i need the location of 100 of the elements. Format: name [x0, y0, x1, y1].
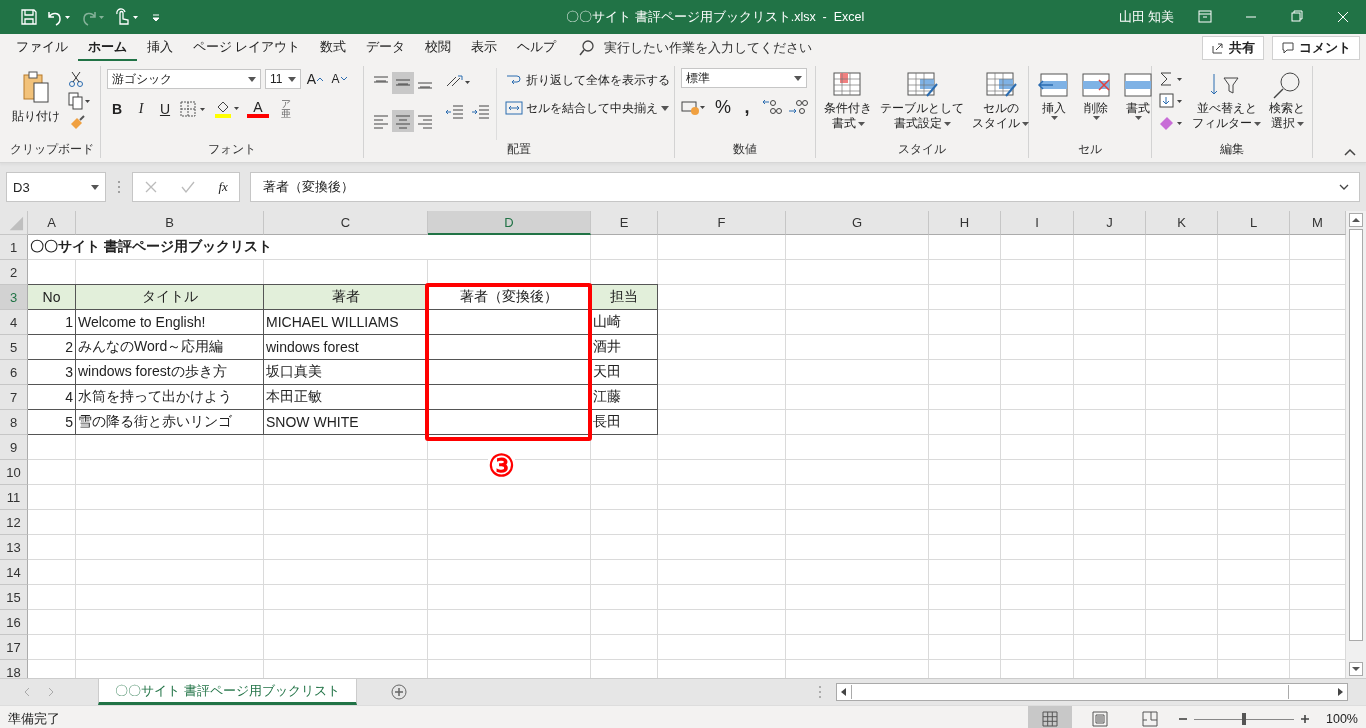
merge-center-button[interactable]: セルを結合して中央揃え [505, 100, 670, 116]
phonetic-button[interactable]: ア 亜 [281, 99, 291, 119]
ribbon-tab[interactable]: 数式 [310, 35, 357, 61]
percent-button[interactable]: % [713, 96, 733, 118]
table-cell: Welcome to English! [76, 310, 264, 335]
row-header[interactable]: 5 [0, 335, 28, 360]
horizontal-scrollbar[interactable] [836, 683, 1348, 701]
style-button[interactable]: 条件付き 書式 [822, 68, 874, 133]
paste-button[interactable]: 貼り付け [10, 68, 62, 140]
copy-icon[interactable] [68, 92, 92, 110]
row-header[interactable]: 7 [0, 385, 28, 410]
row-header[interactable]: 3 [0, 285, 28, 310]
row-header[interactable]: 12 [0, 510, 28, 535]
group-label: 数値 [732, 142, 758, 157]
user-name: 山田 知美 [1118, 8, 1174, 26]
ribbon-tab[interactable]: ページ レイアウト [183, 35, 311, 61]
row-header[interactable]: 6 [0, 360, 28, 385]
cancel-icon[interactable] [144, 180, 159, 194]
enter-icon[interactable] [180, 180, 197, 194]
increase-indent-icon[interactable] [470, 102, 492, 122]
font-size-field[interactable]: 11 [265, 69, 301, 89]
search-icon[interactable] [578, 39, 597, 57]
column-header[interactable]: K [1146, 211, 1218, 235]
row-header[interactable]: 13 [0, 535, 28, 560]
ribbon-tab[interactable]: 挿入 [137, 35, 183, 61]
scroll-up-icon[interactable] [1349, 213, 1363, 227]
column-header[interactable]: D [428, 211, 591, 235]
scissors-icon[interactable] [68, 70, 84, 88]
group-label: セル [1077, 142, 1103, 157]
row-header[interactable]: 8 [0, 410, 28, 435]
font-name-field[interactable]: 游ゴシック [107, 69, 261, 89]
comma-button[interactable]: , [737, 96, 757, 118]
scroll-thumb[interactable] [851, 685, 1289, 699]
splitter-icon[interactable] [818, 685, 822, 699]
column-header[interactable]: H [929, 211, 1001, 235]
column-header[interactable]: L [1218, 211, 1290, 235]
share-button[interactable]: 共有 [1202, 36, 1264, 60]
row-header[interactable]: 15 [0, 585, 28, 610]
ribbon-tab[interactable]: ファイル [6, 35, 78, 61]
row-header[interactable]: 9 [0, 435, 28, 460]
row-header[interactable]: 2 [0, 260, 28, 285]
font-style-button[interactable]: B [107, 98, 127, 120]
column-header[interactable]: F [658, 211, 786, 235]
column-header[interactable]: J [1074, 211, 1146, 235]
scroll-thumb[interactable] [1349, 229, 1363, 641]
tell-me-field[interactable]: 実行したい作業を入力してください [602, 40, 857, 56]
row-header[interactable]: 16 [0, 610, 28, 635]
shrink-font-button[interactable]: A [329, 68, 349, 90]
ribbon-tab[interactable]: 校閲 [415, 35, 462, 61]
collapse-ribbon-icon[interactable] [1344, 148, 1356, 156]
editing-button[interactable]: 検索と 選択 [1267, 68, 1307, 133]
sheet-tab[interactable]: 〇〇サイト 書評ページ用ブックリスト [98, 679, 357, 705]
column-header[interactable]: E [591, 211, 658, 235]
add-sheet-icon[interactable] [390, 684, 407, 700]
align-icon[interactable] [392, 72, 414, 94]
cells-button[interactable]: 削除 [1077, 68, 1115, 123]
caret-icon [794, 75, 802, 81]
previous-sheet-icon[interactable] [22, 687, 32, 697]
column-header[interactable]: G [786, 211, 929, 235]
name-box[interactable]: D3 [6, 172, 106, 202]
ribbon-tab[interactable]: ヘルプ [507, 35, 567, 61]
save-icon[interactable] [20, 8, 38, 26]
normal-view-icon[interactable] [1028, 706, 1072, 728]
row-header[interactable]: 4 [0, 310, 28, 335]
ribbon-tab[interactable]: 表示 [461, 35, 508, 61]
caret-icon [1050, 116, 1058, 121]
font-style-button[interactable]: I [131, 98, 151, 120]
grow-font-button[interactable]: A [305, 68, 325, 90]
font-style-button[interactable]: U [155, 98, 175, 120]
style-button[interactable]: テーブルとして 書式設定 [878, 68, 966, 133]
table-cell: 酒井 [591, 335, 658, 360]
caret-icon [1296, 121, 1304, 126]
decrease-indent-icon[interactable] [444, 102, 466, 122]
row-header[interactable]: 17 [0, 635, 28, 660]
number-format-field[interactable]: 標準 [681, 68, 807, 88]
insert-function-button[interactable]: fx [218, 179, 228, 195]
align-icon[interactable] [392, 110, 414, 132]
editing-button[interactable]: 並べ替えと フィルター [1190, 68, 1263, 133]
cells-button[interactable]: 書式 [1119, 68, 1157, 123]
font-color-button[interactable]: A [247, 100, 269, 118]
ribbon-tab[interactable]: ホーム [78, 35, 137, 61]
expand-icon[interactable] [1339, 184, 1349, 190]
cells-button[interactable]: 挿入 [1035, 68, 1073, 123]
increase-decimal-icon[interactable] [761, 98, 783, 116]
decrease-decimal-icon[interactable] [787, 98, 809, 116]
row-header[interactable]: 10 [0, 460, 28, 485]
row-header[interactable]: 18 [0, 660, 28, 678]
column-header[interactable]: I [1001, 211, 1074, 235]
zoom-in-icon[interactable] [1300, 714, 1310, 724]
scroll-down-icon[interactable] [1349, 662, 1363, 676]
formula-field[interactable]: 著者（変換後） [250, 172, 1360, 202]
row-header[interactable]: 11 [0, 485, 28, 510]
ribbon-tab[interactable]: データ [356, 35, 416, 61]
next-sheet-icon[interactable] [46, 687, 56, 697]
drag-handle-icon[interactable] [116, 180, 122, 194]
row-header[interactable]: 14 [0, 560, 28, 585]
style-button[interactable]: セルの スタイル [970, 68, 1031, 133]
wrap-text-button[interactable]: 折り返して全体を表示する [505, 72, 670, 88]
row-header[interactable]: 1 [0, 235, 28, 260]
comment-button[interactable]: コメント [1272, 36, 1360, 60]
